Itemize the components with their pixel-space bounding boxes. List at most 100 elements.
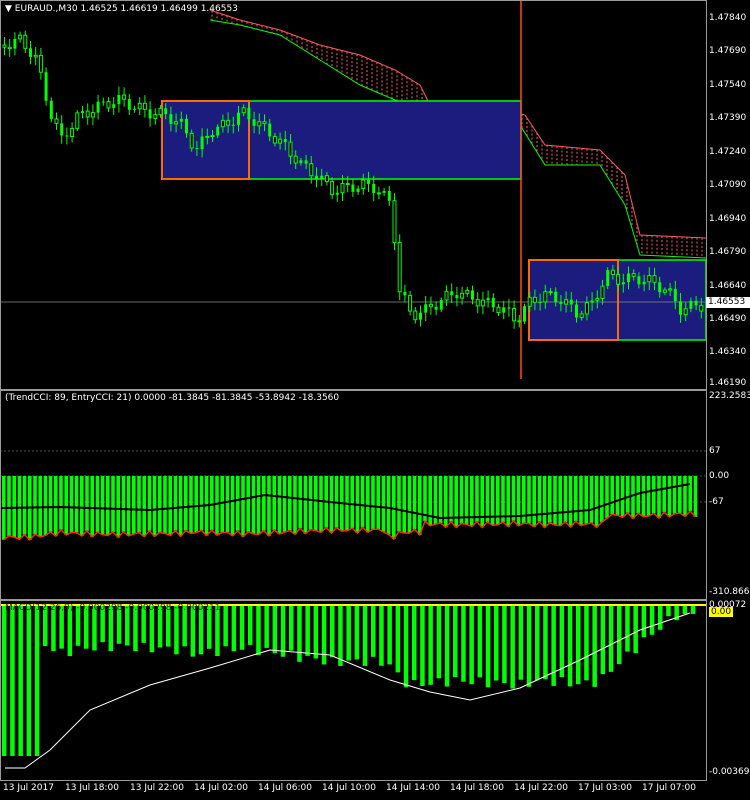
cci-histogram-bar xyxy=(194,476,198,533)
macd-histogram-bar xyxy=(379,606,384,666)
cci-histogram-bar xyxy=(137,476,141,533)
macd-histogram-bar xyxy=(551,606,556,686)
time-label: 13 Jul 2017 xyxy=(3,783,54,793)
cci-histogram-bar xyxy=(449,476,453,522)
macd-histogram-bar xyxy=(633,606,638,654)
macd-histogram-bar xyxy=(477,606,483,678)
time-label: 14 Jul 10:00 xyxy=(322,783,376,793)
candle-body xyxy=(330,181,335,196)
price-tick: 1.47090 xyxy=(709,180,747,190)
macd-histogram-bar xyxy=(494,606,499,681)
candle-body xyxy=(642,281,646,285)
candle-body xyxy=(189,132,194,149)
ohlc-values: 1.46525 1.46619 1.46499 1.46553 xyxy=(80,4,238,14)
cci-histogram-bar xyxy=(568,476,573,528)
macd-histogram-bar xyxy=(403,606,409,688)
macd-histogram-bar xyxy=(690,606,696,614)
candle-body xyxy=(137,102,142,110)
candle-body xyxy=(496,306,501,314)
candle-body xyxy=(627,273,630,283)
candle-body xyxy=(413,310,418,321)
candle-body xyxy=(117,95,121,105)
cci-histogram-bar xyxy=(594,476,599,528)
cci-histogram-bar xyxy=(272,476,276,530)
candle-body xyxy=(237,112,240,125)
candle-body xyxy=(309,163,314,177)
candle-body xyxy=(205,135,210,138)
price-chart-svg xyxy=(0,0,706,379)
price-tick: 1.47390 xyxy=(709,113,747,123)
cci-histogram-bar xyxy=(646,476,651,516)
macd-histogram-bar xyxy=(682,606,688,614)
dropdown-icon[interactable]: ▼ xyxy=(5,4,12,14)
cci-histogram-bar xyxy=(225,476,230,533)
cci-histogram-bar xyxy=(230,476,235,536)
cci-histogram-bar xyxy=(64,476,68,535)
cci-histogram-bar xyxy=(574,476,578,522)
candle-body xyxy=(133,108,136,110)
cci-histogram-bar xyxy=(600,476,604,523)
macd-histogram-bar xyxy=(666,606,671,617)
candle-body xyxy=(262,121,267,125)
macd-histogram-bar xyxy=(289,606,294,651)
candle-body xyxy=(590,300,594,303)
candle-body xyxy=(502,307,506,313)
candle-body xyxy=(278,138,283,144)
cci-histogram-bar xyxy=(220,476,224,533)
time-label: 14 Jul 06:00 xyxy=(258,783,312,793)
price-tick: 1.46490 xyxy=(709,314,747,324)
macd-histogram-bar xyxy=(371,606,376,657)
candle-body xyxy=(38,54,43,73)
macd-histogram-bar xyxy=(617,606,622,665)
time-label: 17 Jul 03:00 xyxy=(578,783,632,793)
macd-histogram-bar xyxy=(330,606,335,658)
macd-histogram-bar xyxy=(297,606,302,662)
price-tick: 1.46940 xyxy=(709,214,747,224)
cci-histogram-bar xyxy=(12,476,16,538)
macd-histogram-bar xyxy=(387,606,392,665)
macd-histogram-bar xyxy=(428,606,433,685)
cci-histogram-bar xyxy=(589,476,594,523)
macd-histogram-bar xyxy=(576,606,581,685)
cci-histogram-bar xyxy=(85,476,89,531)
symbol-title: ▼ EURAUD.,M30 1.46525 1.46619 1.46499 1.… xyxy=(5,4,238,14)
candle-body xyxy=(29,48,32,57)
candle-body xyxy=(424,304,428,313)
cci-histogram-bar xyxy=(251,476,256,534)
time-label: 13 Jul 18:00 xyxy=(65,783,119,793)
cci-histogram-bar xyxy=(438,476,443,523)
candle-body xyxy=(241,107,246,114)
price-tick: 1.46190 xyxy=(709,378,747,388)
candle-body xyxy=(465,289,470,294)
macd-pane[interactable] xyxy=(0,600,706,780)
macd-histogram-bar xyxy=(584,606,589,681)
candle-body xyxy=(455,295,459,299)
macd-histogram-bar xyxy=(395,606,401,673)
cci-histogram-bar xyxy=(74,476,79,533)
time-label: 14 Jul 14:00 xyxy=(386,783,440,793)
macd-histogram-bar xyxy=(526,606,532,687)
cci-pane[interactable] xyxy=(0,390,706,599)
candle-body xyxy=(23,34,28,49)
price-chart-pane[interactable] xyxy=(0,0,706,389)
cci-title: (TrendCCI: 89, EntryCCI: 21) 0.0000 -81.… xyxy=(5,393,340,403)
candle-body xyxy=(595,297,600,301)
candle-body xyxy=(548,291,553,294)
candle-body xyxy=(486,297,490,301)
candle-body xyxy=(652,275,657,283)
candle-body xyxy=(584,302,589,315)
cci-histogram-bar xyxy=(303,476,308,534)
candle-body xyxy=(631,273,636,277)
cci-histogram-bar xyxy=(641,476,646,517)
cci-histogram-bar xyxy=(454,476,458,528)
cci-histogram-bar xyxy=(506,476,510,527)
macd-histogram-bar xyxy=(543,606,548,680)
cci-histogram-bar xyxy=(376,476,380,530)
price-tick: 1.47840 xyxy=(709,13,747,23)
macd-histogram-bar xyxy=(313,606,319,659)
cci-histogram-bar xyxy=(579,476,583,526)
cci-histogram-bar xyxy=(672,476,677,514)
macd-tick: 0.00 xyxy=(709,607,734,617)
candle-body xyxy=(600,285,605,299)
macd-histogram-bar xyxy=(485,606,491,688)
